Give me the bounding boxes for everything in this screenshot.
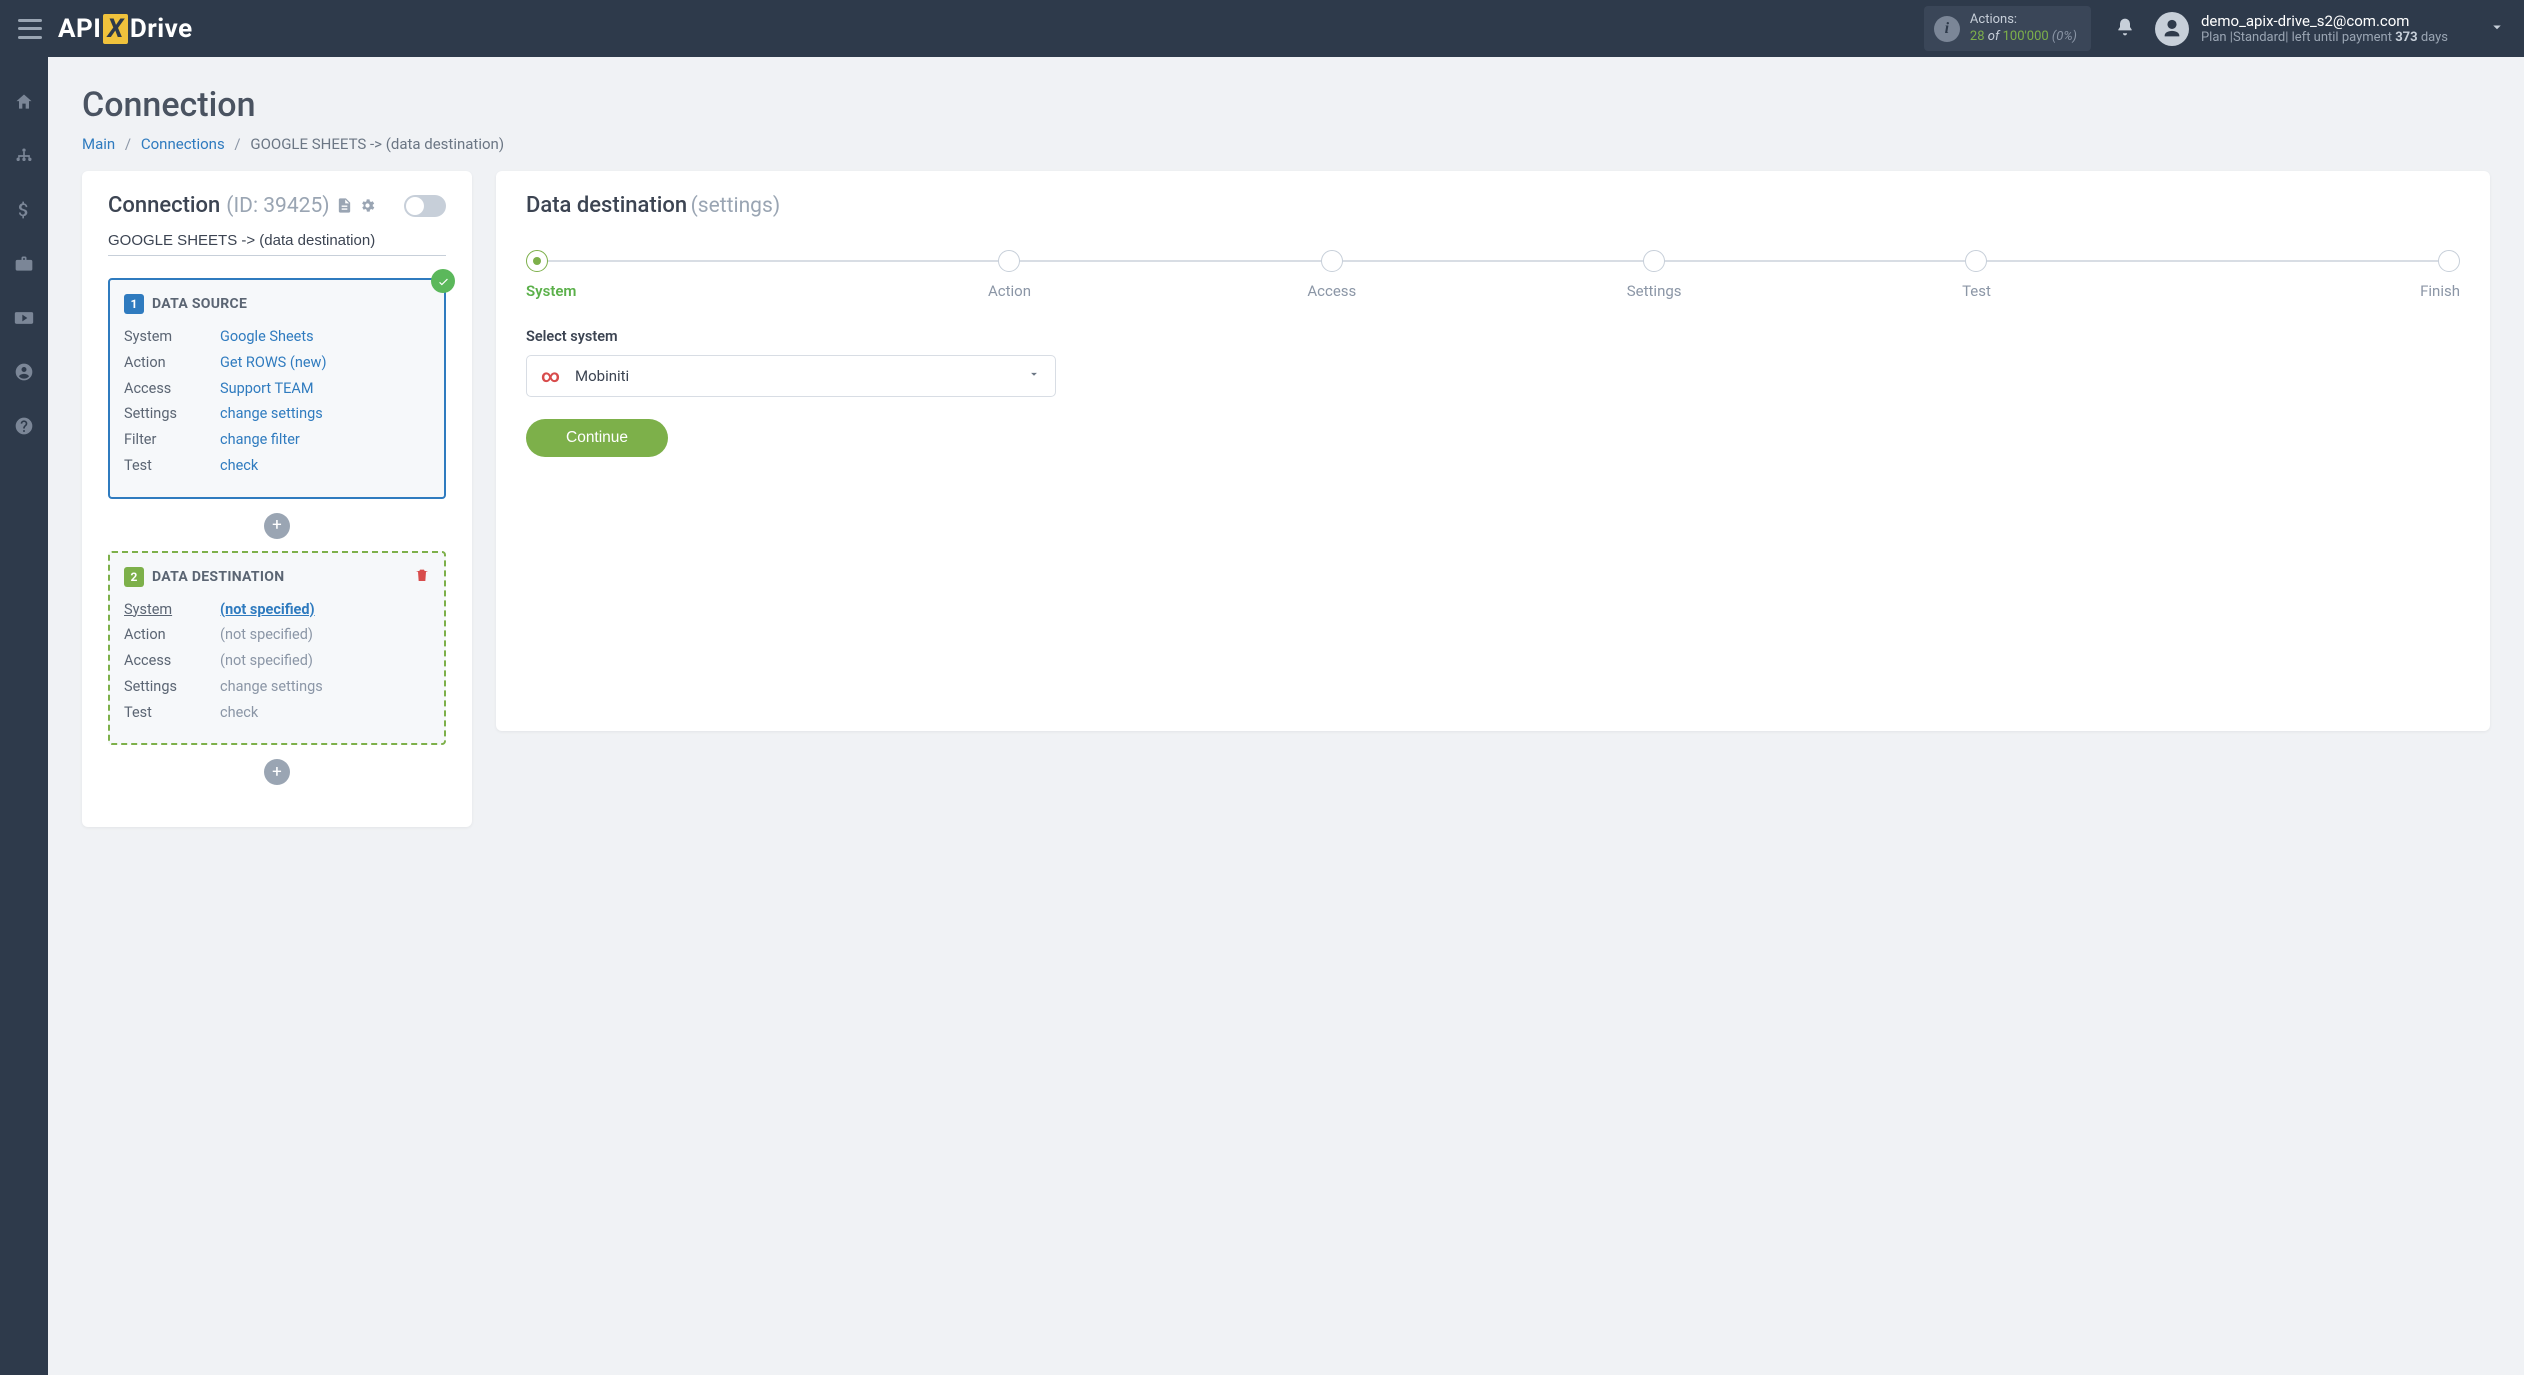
breadcrumb: Main / Connections / GOOGLE SHEETS -> (d…	[82, 135, 2490, 153]
add-destination-button[interactable]: +	[264, 759, 290, 785]
dest-link-active[interactable]: (not specified)	[220, 599, 315, 621]
mobiniti-icon: ∞	[541, 367, 563, 385]
source-row: SystemGoogle Sheets	[124, 326, 430, 348]
connection-heading: Connection	[108, 193, 220, 218]
actions-pct: (0%)	[2052, 29, 2077, 44]
sidebar	[0, 57, 48, 1375]
user-info[interactable]: demo_apix-drive_s2@com.com Plan |Standar…	[2201, 12, 2448, 45]
source-row: Testcheck	[124, 455, 430, 477]
nav-billing[interactable]	[0, 195, 48, 225]
document-icon[interactable]	[336, 197, 353, 214]
actions-counter[interactable]: i Actions: 28 of 100'000 (0%)	[1924, 6, 2091, 52]
actions-limit: 100'000	[2003, 29, 2049, 44]
step-test[interactable]: Test	[1815, 250, 2137, 300]
dest-row: Action(not specified)	[124, 624, 430, 646]
nav-tools[interactable]	[0, 249, 48, 279]
wizard-title: Data destination	[526, 193, 687, 218]
connection-panel: Connection (ID: 39425)	[82, 171, 472, 827]
source-link[interactable]: check	[220, 455, 258, 477]
source-link[interactable]: Get ROWS (new)	[220, 352, 327, 374]
avatar[interactable]	[2155, 12, 2189, 46]
connection-id: (ID: 39425)	[226, 194, 329, 218]
connection-toggle[interactable]	[404, 195, 446, 217]
add-source-button[interactable]: +	[264, 513, 290, 539]
source-row: AccessSupport TEAM	[124, 378, 430, 400]
logo[interactable]: APIXDrive	[58, 14, 193, 44]
source-step-num: 1	[124, 294, 144, 314]
gear-icon[interactable]	[359, 197, 376, 214]
nav-connections[interactable]	[0, 141, 48, 171]
step-finish[interactable]: Finish	[2138, 250, 2460, 300]
menu-toggle[interactable]	[18, 19, 42, 39]
dest-step-num: 2	[124, 567, 144, 587]
source-row: Filterchange filter	[124, 429, 430, 451]
step-system[interactable]: System	[526, 250, 848, 300]
actions-label: Actions:	[1970, 12, 2077, 29]
breadcrumb-main[interactable]: Main	[82, 135, 115, 153]
source-link[interactable]: Support TEAM	[220, 378, 314, 400]
breadcrumb-connections[interactable]: Connections	[141, 135, 225, 153]
source-link[interactable]: Google Sheets	[220, 326, 314, 348]
data-destination-card[interactable]: 2 DATA DESTINATION System(not specified)…	[108, 551, 446, 746]
app-header: APIXDrive i Actions: 28 of 100'000 (0%) …	[0, 0, 2524, 57]
chevron-down-icon	[1027, 367, 1041, 385]
user-plan: Plan |Standard| left until payment 373 d…	[2201, 30, 2448, 45]
user-email: demo_apix-drive_s2@com.com	[2201, 12, 2448, 30]
user-menu-caret[interactable]	[2488, 18, 2506, 40]
wizard-panel: Data destination (settings) SystemAction…	[496, 171, 2490, 731]
source-row: Settingschange settings	[124, 403, 430, 425]
nav-home[interactable]	[0, 87, 48, 117]
select-system-label: Select system	[526, 328, 2460, 345]
dest-row: System(not specified)	[124, 599, 430, 621]
page-title: Connection	[82, 85, 2490, 125]
dest-row: Testcheck	[124, 702, 430, 724]
stepper: SystemActionAccessSettingsTestFinish	[526, 250, 2460, 300]
dest-row: Access(not specified)	[124, 650, 430, 672]
source-title: DATA SOURCE	[152, 296, 247, 312]
step-access[interactable]: Access	[1171, 250, 1493, 300]
source-link[interactable]: change filter	[220, 429, 300, 451]
continue-button[interactable]: Continue	[526, 419, 668, 457]
nav-video[interactable]	[0, 303, 48, 333]
dest-row: Settingschange settings	[124, 676, 430, 698]
selected-system-text: Mobiniti	[575, 367, 1027, 385]
breadcrumb-current: GOOGLE SHEETS -> (data destination)	[250, 135, 504, 153]
dest-title: DATA DESTINATION	[152, 569, 284, 585]
main-content: Connection Main / Connections / GOOGLE S…	[48, 57, 2524, 1375]
source-row: ActionGet ROWS (new)	[124, 352, 430, 374]
system-select[interactable]: ∞ Mobiniti	[526, 355, 1056, 397]
info-icon: i	[1934, 16, 1960, 42]
step-action[interactable]: Action	[848, 250, 1170, 300]
data-source-card[interactable]: 1 DATA SOURCE SystemGoogle Sheets ActionG…	[108, 278, 446, 499]
step-settings[interactable]: Settings	[1493, 250, 1815, 300]
trash-icon[interactable]	[414, 567, 430, 587]
check-icon	[431, 269, 455, 293]
wizard-subtitle: (settings)	[691, 194, 781, 218]
actions-used: 28	[1970, 29, 1985, 44]
nav-account[interactable]	[0, 357, 48, 387]
source-link[interactable]: change settings	[220, 403, 323, 425]
nav-help[interactable]	[0, 411, 48, 441]
connection-name-input[interactable]	[108, 228, 446, 256]
notifications-button[interactable]	[2111, 17, 2139, 41]
